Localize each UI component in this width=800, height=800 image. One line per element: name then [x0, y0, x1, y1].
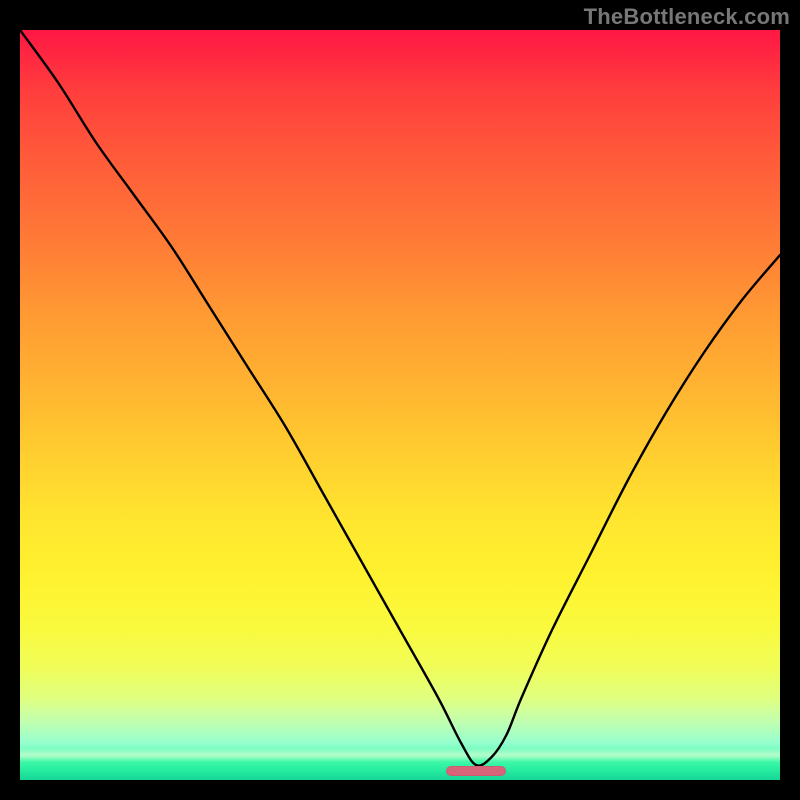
chart-container: TheBottleneck.com: [0, 0, 800, 800]
curve-svg: [20, 30, 780, 780]
watermark-text: TheBottleneck.com: [584, 4, 790, 30]
bottleneck-curve-line: [20, 30, 780, 766]
plot-area: [20, 30, 780, 780]
minimum-marker: [446, 766, 507, 776]
